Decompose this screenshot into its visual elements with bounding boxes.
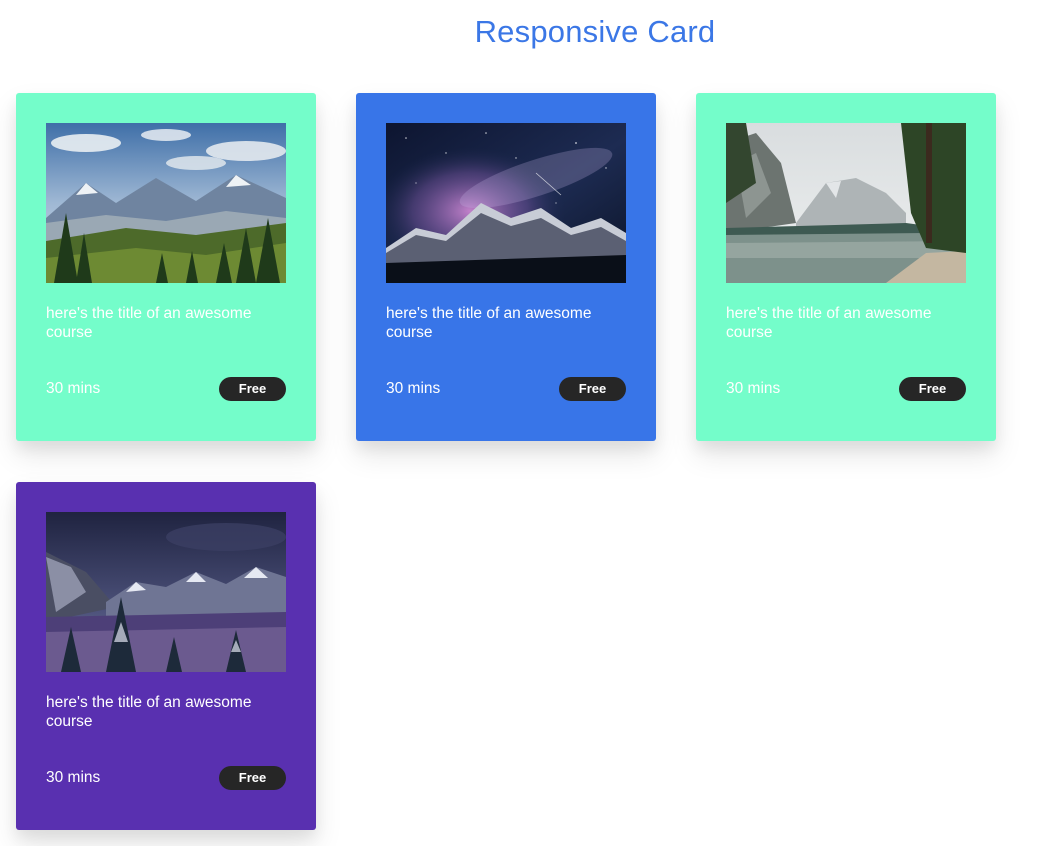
free-badge[interactable]: Free bbox=[899, 377, 966, 401]
card-duration: 30 mins bbox=[46, 380, 101, 397]
card-footer: 30 mins Free bbox=[46, 765, 286, 791]
card-title: here's the title of an awesome course bbox=[46, 305, 252, 341]
free-badge[interactable]: Free bbox=[219, 766, 286, 790]
course-card[interactable]: here's the title of an awesome course 30… bbox=[16, 93, 316, 441]
card-image bbox=[386, 123, 626, 283]
card-title: here's the title of an awesome course bbox=[726, 305, 932, 341]
card-footer: 30 mins Free bbox=[46, 376, 286, 402]
page: Responsive Card here's the title of an a… bbox=[0, 0, 1041, 846]
card-duration: 30 mins bbox=[46, 769, 101, 786]
page-title: Responsive Card bbox=[474, 14, 716, 49]
card-title: here's the title of an awesome course bbox=[46, 694, 252, 730]
course-card[interactable]: here's the title of an awesome course 30… bbox=[16, 482, 316, 830]
card-image bbox=[46, 123, 286, 283]
card-footer: 30 mins Free bbox=[386, 376, 626, 402]
card-duration: 30 mins bbox=[386, 380, 441, 397]
free-badge[interactable]: Free bbox=[219, 377, 286, 401]
card-image bbox=[726, 123, 966, 283]
free-badge[interactable]: Free bbox=[559, 377, 626, 401]
card-footer: 30 mins Free bbox=[726, 376, 966, 402]
course-card[interactable]: here's the title of an awesome course 30… bbox=[696, 93, 996, 441]
course-card[interactable]: here's the title of an awesome course 30… bbox=[356, 93, 656, 441]
card-image bbox=[46, 512, 286, 672]
card-duration: 30 mins bbox=[726, 380, 781, 397]
card-title: here's the title of an awesome course bbox=[386, 305, 592, 341]
